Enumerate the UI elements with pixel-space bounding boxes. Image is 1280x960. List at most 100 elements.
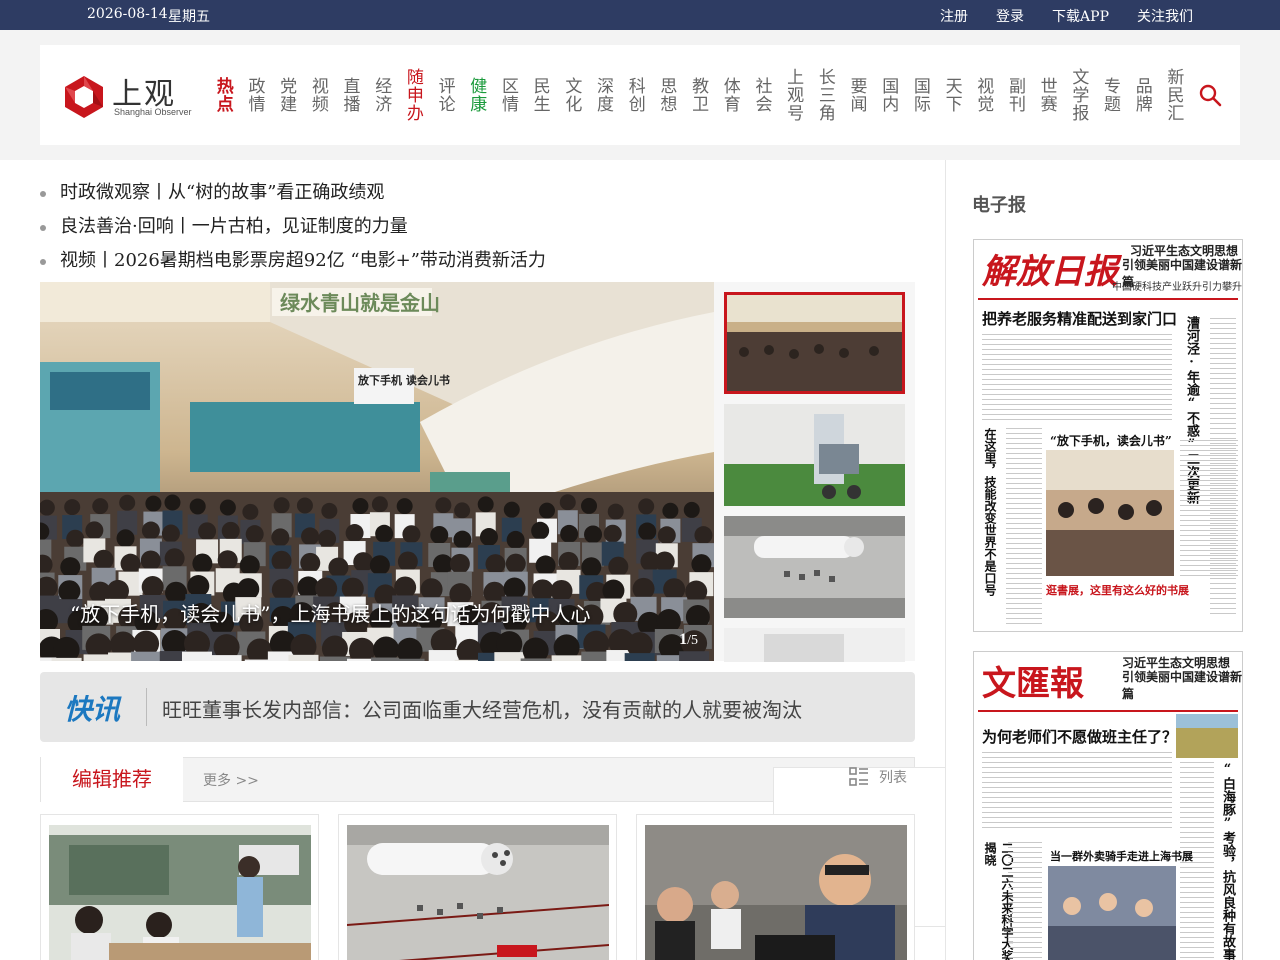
nav-item-label: 专题 bbox=[1100, 77, 1121, 113]
nav-item[interactable]: 区情 bbox=[491, 45, 523, 145]
nav-item[interactable]: 新民汇 bbox=[1157, 45, 1189, 145]
nav-item-label: 长三角 bbox=[814, 68, 835, 122]
headline-item[interactable]: 时政微观察丨从“树的故事”看正确政绩观 bbox=[40, 176, 546, 210]
nav-item-label: 国际 bbox=[909, 77, 930, 113]
recommend-bar: 编辑推荐 更多 >> 卡片 列表 bbox=[40, 757, 1052, 927]
paper2-vertical-head: “白海豚”考验，抗风良种有故事 bbox=[1220, 762, 1235, 960]
nav-item-label: 国内 bbox=[878, 77, 899, 113]
search-icon[interactable] bbox=[1198, 83, 1222, 107]
recommend-card[interactable] bbox=[636, 814, 915, 960]
nav-item[interactable]: 民生 bbox=[523, 45, 555, 145]
login-link[interactable]: 登录 bbox=[996, 6, 1024, 26]
site-logo[interactable]: 上观 Shanghai Observer bbox=[62, 71, 202, 121]
current-weekday: 星期五 bbox=[168, 9, 210, 25]
nav-item[interactable]: 教卫 bbox=[681, 45, 713, 145]
slide-main-image[interactable]: 绿水青山就是金山 放下手机 读会儿书 “放下手机，读会儿书”，上海书展上的这句话… bbox=[40, 282, 714, 661]
paper2-masthead: 文匯報 bbox=[982, 664, 1084, 704]
slide-thumbnails bbox=[724, 292, 905, 672]
nav-item-label: 副刊 bbox=[1004, 77, 1025, 113]
paper1-head3: 中国硬科技产业跃升引力攀升 bbox=[1112, 282, 1242, 293]
nav-item[interactable]: 党建 bbox=[269, 45, 301, 145]
nav-item[interactable]: 天下 bbox=[935, 45, 967, 145]
logo-subtitle: Shanghai Observer bbox=[114, 107, 192, 117]
nav-item[interactable]: 要闻 bbox=[840, 45, 872, 145]
tab-editor-recommend[interactable]: 编辑推荐 bbox=[41, 757, 183, 802]
exhibition-banner-text: 绿水青山就是金山 bbox=[280, 291, 440, 315]
nav-item[interactable]: 直播 bbox=[333, 45, 365, 145]
site-header: 上观 Shanghai Observer 热点 政情 党建 视频 直播 经济 随申办 评论 健康… bbox=[40, 45, 1240, 145]
slide-total: /5 bbox=[687, 633, 698, 648]
flash-text[interactable]: 旺旺董事长发内部信：公司面临重大经营危机，没有贡献的人就要被淘汰 bbox=[162, 694, 802, 723]
slide-thumb-1[interactable] bbox=[724, 292, 905, 394]
nav-item-label: 上观号 bbox=[783, 68, 804, 122]
nav-item[interactable]: 科创 bbox=[618, 45, 650, 145]
list-view-label: 列表 bbox=[879, 770, 907, 786]
nav-item-label: 区情 bbox=[497, 77, 518, 113]
nav-item-label: 世赛 bbox=[1036, 77, 1057, 113]
nav-item[interactable]: 国内 bbox=[871, 45, 903, 145]
nav-item-label: 文化 bbox=[561, 77, 582, 113]
nav-item[interactable]: 社会 bbox=[745, 45, 777, 145]
headline-item[interactable]: 视频丨2026暑期档电影票房超92亿 “电影+”带动消费新活力 bbox=[40, 244, 546, 278]
nav-item[interactable]: 文化 bbox=[555, 45, 587, 145]
nav-item[interactable]: 随申办 bbox=[396, 45, 428, 145]
nav-item-label: 健康 bbox=[466, 77, 487, 113]
more-link[interactable]: 更多 >> bbox=[203, 770, 259, 790]
nav-item[interactable]: 品牌 bbox=[1125, 45, 1157, 145]
paper1-text-block bbox=[1006, 428, 1042, 624]
nav-item[interactable]: 健康 bbox=[460, 45, 492, 145]
nav-item-label: 随申办 bbox=[402, 68, 423, 122]
jiefang-daily-paper[interactable]: 解放日报 习近平生态文明思想 引领美丽中国建设谱新篇 中国硬科技产业跃升引力攀升… bbox=[973, 239, 1243, 632]
logo-mark-icon bbox=[65, 76, 103, 118]
paper1-vertical-head: 在这里，技能改变世界不是口号 bbox=[983, 428, 997, 596]
nav-item[interactable]: 专题 bbox=[1093, 45, 1125, 145]
paper2-lead: 为何老师们不愿做班主任了？ bbox=[982, 728, 1178, 746]
paper2-rule bbox=[978, 710, 1238, 712]
nav-item-label: 要闻 bbox=[846, 77, 867, 113]
headline-item[interactable]: 良法善治·回响丨一片古柏，见证制度的力量 bbox=[40, 210, 546, 244]
paper1-text-block bbox=[982, 334, 1172, 424]
nav-item-label: 品牌 bbox=[1131, 77, 1152, 113]
nav-item[interactable]: 思想 bbox=[650, 45, 682, 145]
nav-item[interactable]: 国际 bbox=[903, 45, 935, 145]
top-bar: 2026-08-14 星期五 注册 登录 下载APP 关注我们 bbox=[0, 0, 1280, 30]
nav-item-label: 民生 bbox=[529, 77, 550, 113]
slide-thumb-4[interactable] bbox=[724, 628, 905, 662]
nav-item-label: 直播 bbox=[339, 77, 360, 113]
nav-item[interactable]: 视觉 bbox=[967, 45, 999, 145]
e-paper-sidebar: 电子报 解放日报 习近平生态文明思想 引领美丽中国建设谱新篇 中国硬科技产业跃升… bbox=[945, 160, 1280, 960]
paper2-text-block bbox=[982, 752, 1172, 832]
nav-item[interactable]: 上观号 bbox=[776, 45, 808, 145]
nav-item[interactable]: 深度 bbox=[586, 45, 618, 145]
nav-item[interactable]: 经济 bbox=[364, 45, 396, 145]
nav-item[interactable]: 世赛 bbox=[1030, 45, 1062, 145]
nav-item[interactable]: 政情 bbox=[238, 45, 270, 145]
recommend-card[interactable] bbox=[338, 814, 617, 960]
nav-item[interactable]: 热点 bbox=[206, 45, 238, 145]
nav-item[interactable]: 视频 bbox=[301, 45, 333, 145]
slide-current: 1 bbox=[679, 631, 688, 648]
list-view-button[interactable]: 列表 bbox=[849, 767, 907, 787]
nav-item-label: 视觉 bbox=[973, 77, 994, 113]
list-icon bbox=[849, 767, 868, 786]
slide-thumb-3[interactable] bbox=[724, 516, 905, 618]
paper1-masthead: 解放日报 bbox=[982, 252, 1118, 292]
slide-counter: 1/5 bbox=[679, 631, 698, 649]
nav-item-label: 评论 bbox=[434, 77, 455, 113]
current-date: 2026-08-14 bbox=[87, 6, 168, 22]
paper2-text-block bbox=[1008, 842, 1042, 960]
e-paper-title: 电子报 bbox=[972, 195, 1026, 216]
nav-item[interactable]: 文学报 bbox=[1062, 45, 1094, 145]
nav-item[interactable]: 评论 bbox=[428, 45, 460, 145]
slide-thumb-2[interactable] bbox=[724, 404, 905, 506]
nav-item[interactable]: 体育 bbox=[713, 45, 745, 145]
nav-item[interactable]: 长三角 bbox=[808, 45, 840, 145]
download-app-link[interactable]: 下载APP bbox=[1052, 6, 1109, 26]
follow-us-link[interactable]: 关注我们 bbox=[1137, 6, 1193, 26]
nav-item-label: 政情 bbox=[244, 77, 265, 113]
main-content: 时政微观察丨从“树的故事”看正确政绩观 良法善治·回响丨一片古柏，见证制度的力量… bbox=[0, 160, 1052, 960]
register-link[interactable]: 注册 bbox=[940, 6, 968, 26]
wenhui-daily-paper[interactable]: 文匯報 习近平生态文明思想 引领美丽中国建设谱新篇 为何老师们不愿做班主任了？ … bbox=[973, 651, 1243, 960]
recommend-card[interactable] bbox=[40, 814, 319, 960]
nav-item[interactable]: 副刊 bbox=[998, 45, 1030, 145]
